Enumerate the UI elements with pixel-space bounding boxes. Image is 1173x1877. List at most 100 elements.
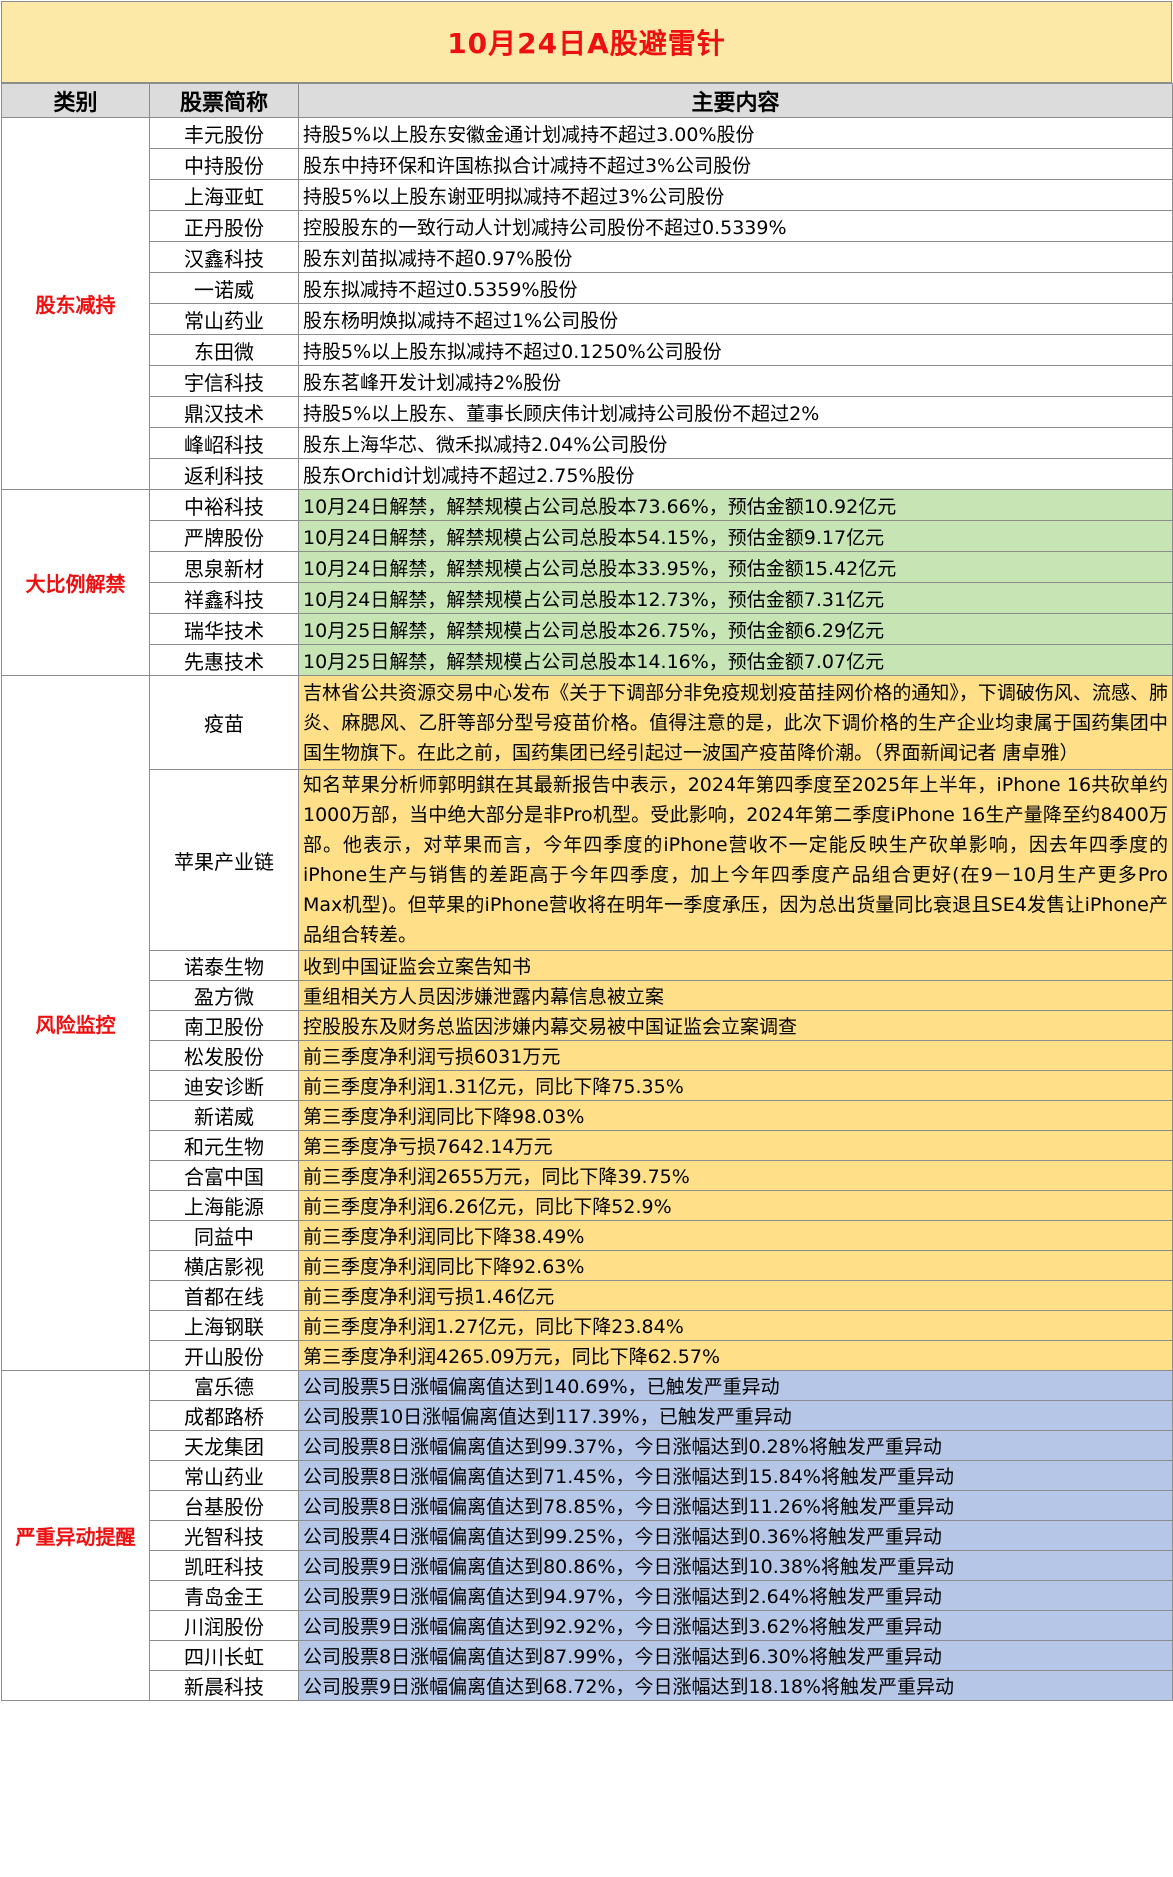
table-row: 和元生物 第三季度净亏损7642.14万元 (2, 1130, 1173, 1161)
table-row: 股东减持 丰元股份 持股5%以上股东安徽金通计划减持不超过3.00%股份 (1, 117, 1173, 490)
category-cell-abnormal-volatility: 严重异动提醒 (1, 1370, 150, 1701)
stock-name-cell: 苹果产业链 (149, 769, 299, 951)
stock-name-cell: 严牌股份 (149, 520, 299, 552)
table-row: 常山药业 公司股票8日涨幅偏离值达到71.45%，今日涨幅达到15.84%将触发严… (2, 1460, 1173, 1491)
table-row: 祥鑫科技 10月24日解禁，解禁规模占公司总股本12.73%，预估金额7.31亿元 (2, 582, 1173, 614)
stock-name-cell: 一诺威 (149, 272, 299, 304)
main-content-cell: 第三季度净利润同比下降98.03% (298, 1100, 1173, 1131)
main-content-cell: 持股5%以上股东安徽金通计划减持不超过3.00%股份 (298, 117, 1173, 149)
main-content-cell: 前三季度净利润1.31亿元，同比下降75.35% (298, 1070, 1173, 1101)
stock-name-cell: 东田微 (149, 334, 299, 366)
main-content-cell: 公司股票9日涨幅偏离值达到94.97%，今日涨幅达到2.64%将触发严重异动 (298, 1580, 1173, 1611)
table-row: 开山股份 第三季度净利润4265.09万元，同比下降62.57% (2, 1340, 1173, 1371)
table-row: 思泉新材 10月24日解禁，解禁规模占公司总股本33.95%，预估金额15.42亿… (2, 551, 1173, 583)
table-row: 松发股份 前三季度净利润亏损6031万元 (2, 1040, 1173, 1071)
table-row: 迪安诊断 前三季度净利润1.31亿元，同比下降75.35% (2, 1070, 1173, 1101)
main-content-cell: 公司股票9日涨幅偏离值达到80.86%，今日涨幅达到10.38%将触发严重异动 (298, 1550, 1173, 1581)
table-row: 瑞华技术 10月25日解禁，解禁规模占公司总股本26.75%，预估金额6.29亿元 (2, 613, 1173, 645)
stock-name-cell: 峰岹科技 (149, 427, 299, 459)
stock-name-cell: 瑞华技术 (149, 613, 299, 645)
main-content-cell: 吉林省公共资源交易中心发布《关于下调部分非免疫规划疫苗挂网价格的通知》，下调破伤… (298, 675, 1173, 770)
main-content-cell: 第三季度净利润4265.09万元，同比下降62.57% (298, 1340, 1173, 1371)
main-content-cell: 前三季度净利润同比下降38.49% (298, 1220, 1173, 1251)
main-content-cell: 控股股东及财务总监因涉嫌内幕交易被中国证监会立案调查 (298, 1010, 1173, 1041)
category-cell-risk-monitor: 风险监控 (1, 675, 150, 1371)
table-row: 汉鑫科技 股东刘苗拟减持不超0.97%股份 (2, 241, 1173, 273)
table-row: 同益中 前三季度净利润同比下降38.49% (2, 1220, 1173, 1251)
stock-name-cell: 中裕科技 (149, 489, 299, 521)
stock-name-cell: 正丹股份 (149, 210, 299, 242)
main-content-cell: 控股股东的一致行动人计划减持公司股份不超过0.5339% (298, 210, 1173, 242)
main-content-cell: 前三季度净利润6.26亿元，同比下降52.9% (298, 1190, 1173, 1221)
stock-name-cell: 成都路桥 (149, 1400, 299, 1431)
stock-name-cell: 先惠技术 (149, 644, 299, 676)
stock-name-cell: 祥鑫科技 (149, 582, 299, 614)
table-row: 东田微 持股5%以上股东拟减持不超过0.1250%公司股份 (2, 334, 1173, 366)
stock-name-cell: 疫苗 (149, 675, 299, 770)
table-row: 川润股份 公司股票9日涨幅偏离值达到92.92%，今日涨幅达到3.62%将触发严重… (2, 1610, 1173, 1641)
stock-name-cell: 南卫股份 (149, 1010, 299, 1041)
main-content-cell: 前三季度净利润2655万元，同比下降39.75% (298, 1160, 1173, 1191)
table-row: 上海钢联 前三季度净利润1.27亿元，同比下降23.84% (2, 1310, 1173, 1341)
stock-name-cell: 迪安诊断 (149, 1070, 299, 1101)
header-stock-name: 股票简称 (149, 83, 299, 118)
table-row: 凯旺科技 公司股票9日涨幅偏离值达到80.86%，今日涨幅达到10.38%将触发严… (2, 1550, 1173, 1581)
report-sheet: 10月24日A股避雷针 类别 股票简称 主要内容 股东减持 丰元股份 持股5%以上股… (0, 0, 1173, 1877)
stock-name-cell: 首都在线 (149, 1280, 299, 1311)
main-content-cell: 前三季度净利润亏损1.46亿元 (298, 1280, 1173, 1311)
main-content-cell: 公司股票8日涨幅偏离值达到87.99%，今日涨幅达到6.30%将触发严重异动 (298, 1640, 1173, 1671)
table-row: 盈方微 重组相关方人员因涉嫌泄露内幕信息被立案 (2, 980, 1173, 1011)
stock-name-cell: 返利科技 (149, 458, 299, 490)
table-row: 一诺威 股东拟减持不超过0.5359%股份 (2, 272, 1173, 304)
main-content-cell: 10月24日解禁，解禁规模占公司总股本54.15%，预估金额9.17亿元 (298, 520, 1173, 552)
table-row: 先惠技术 10月25日解禁，解禁规模占公司总股本14.16%，预估金额7.07亿元 (2, 644, 1173, 676)
main-content-cell: 10月24日解禁，解禁规模占公司总股本33.95%，预估金额15.42亿元 (298, 551, 1173, 583)
header-row: 类别 股票简称 主要内容 (1, 83, 1173, 118)
main-content-cell: 公司股票8日涨幅偏离值达到78.85%，今日涨幅达到11.26%将触发严重异动 (298, 1490, 1173, 1521)
main-content-cell: 股东刘苗拟减持不超0.97%股份 (298, 241, 1173, 273)
stock-name-cell: 上海亚虹 (149, 179, 299, 211)
stock-name-cell: 四川长虹 (149, 1640, 299, 1671)
table-row: 风险监控 疫苗 吉林省公共资源交易中心发布《关于下调部分非免疫规划疫苗挂网价格的通知… (1, 675, 1173, 1371)
stock-name-cell: 同益中 (149, 1220, 299, 1251)
stock-name-cell: 凯旺科技 (149, 1550, 299, 1581)
header-main-content: 主要内容 (298, 83, 1173, 118)
stock-name-cell: 台基股份 (149, 1490, 299, 1521)
stock-name-cell: 鼎汉技术 (149, 396, 299, 428)
stock-name-cell: 中持股份 (149, 148, 299, 180)
header-category: 类别 (1, 83, 150, 118)
category-cell-large-unlock: 大比例解禁 (1, 489, 150, 676)
table-row: 光智科技 公司股票4日涨幅偏离值达到99.25%，今日涨幅达到0.36%将触发严重… (2, 1520, 1173, 1551)
stock-name-cell: 新诺威 (149, 1100, 299, 1131)
page-title: 10月24日A股避雷针 (1, 1, 1172, 83)
main-content-cell: 第三季度净亏损7642.14万元 (298, 1130, 1173, 1161)
table-row: 上海亚虹 持股5%以上股东谢亚明拟减持不超过3%公司股份 (2, 179, 1173, 211)
main-content-cell: 公司股票4日涨幅偏离值达到99.25%，今日涨幅达到0.36%将触发严重异动 (298, 1520, 1173, 1551)
table-row: 严牌股份 10月24日解禁，解禁规模占公司总股本54.15%，预估金额9.17亿元 (2, 520, 1173, 552)
table-row: 常山药业 股东杨明焕拟减持不超过1%公司股份 (2, 303, 1173, 335)
main-content-cell: 收到中国证监会立案告知书 (298, 950, 1173, 981)
table-row: 诺泰生物 收到中国证监会立案告知书 (2, 950, 1173, 981)
main-content-cell: 持股5%以上股东拟减持不超过0.1250%公司股份 (298, 334, 1173, 366)
stock-name-cell: 汉鑫科技 (149, 241, 299, 273)
stock-name-cell: 合富中国 (149, 1160, 299, 1191)
main-content-cell: 公司股票5日涨幅偏离值达到140.69%，已触发严重异动 (298, 1370, 1173, 1401)
table-row: 首都在线 前三季度净利润亏损1.46亿元 (2, 1280, 1173, 1311)
main-content-cell: 公司股票8日涨幅偏离值达到99.37%，今日涨幅达到0.28%将触发严重异动 (298, 1430, 1173, 1461)
stock-name-cell: 思泉新材 (149, 551, 299, 583)
stock-name-cell: 丰元股份 (149, 117, 299, 149)
stock-name-cell: 常山药业 (149, 1460, 299, 1491)
main-content-cell: 持股5%以上股东、董事长顾庆伟计划减持公司股份不超过2% (298, 396, 1173, 428)
stock-name-cell: 开山股份 (149, 1340, 299, 1371)
main-content-cell: 股东杨明焕拟减持不超过1%公司股份 (298, 303, 1173, 335)
stock-name-cell: 天龙集团 (149, 1430, 299, 1461)
table-row: 青岛金王 公司股票9日涨幅偏离值达到94.97%，今日涨幅达到2.64%将触发严重… (2, 1580, 1173, 1611)
stock-name-cell: 诺泰生物 (149, 950, 299, 981)
stock-name-cell: 川润股份 (149, 1610, 299, 1641)
stock-name-cell: 盈方微 (149, 980, 299, 1011)
table-row: 宇信科技 股东茗峰开发计划减持2%股份 (2, 365, 1173, 397)
main-content-cell: 知名苹果分析师郭明錤在其最新报告中表示，2024年第四季度至2025年上半年，i… (298, 769, 1173, 951)
table-row: 上海能源 前三季度净利润6.26亿元，同比下降52.9% (2, 1190, 1173, 1221)
stock-name-cell: 上海能源 (149, 1190, 299, 1221)
table-row: 成都路桥 公司股票10日涨幅偏离值达到117.39%，已触发严重异动 (2, 1400, 1173, 1431)
